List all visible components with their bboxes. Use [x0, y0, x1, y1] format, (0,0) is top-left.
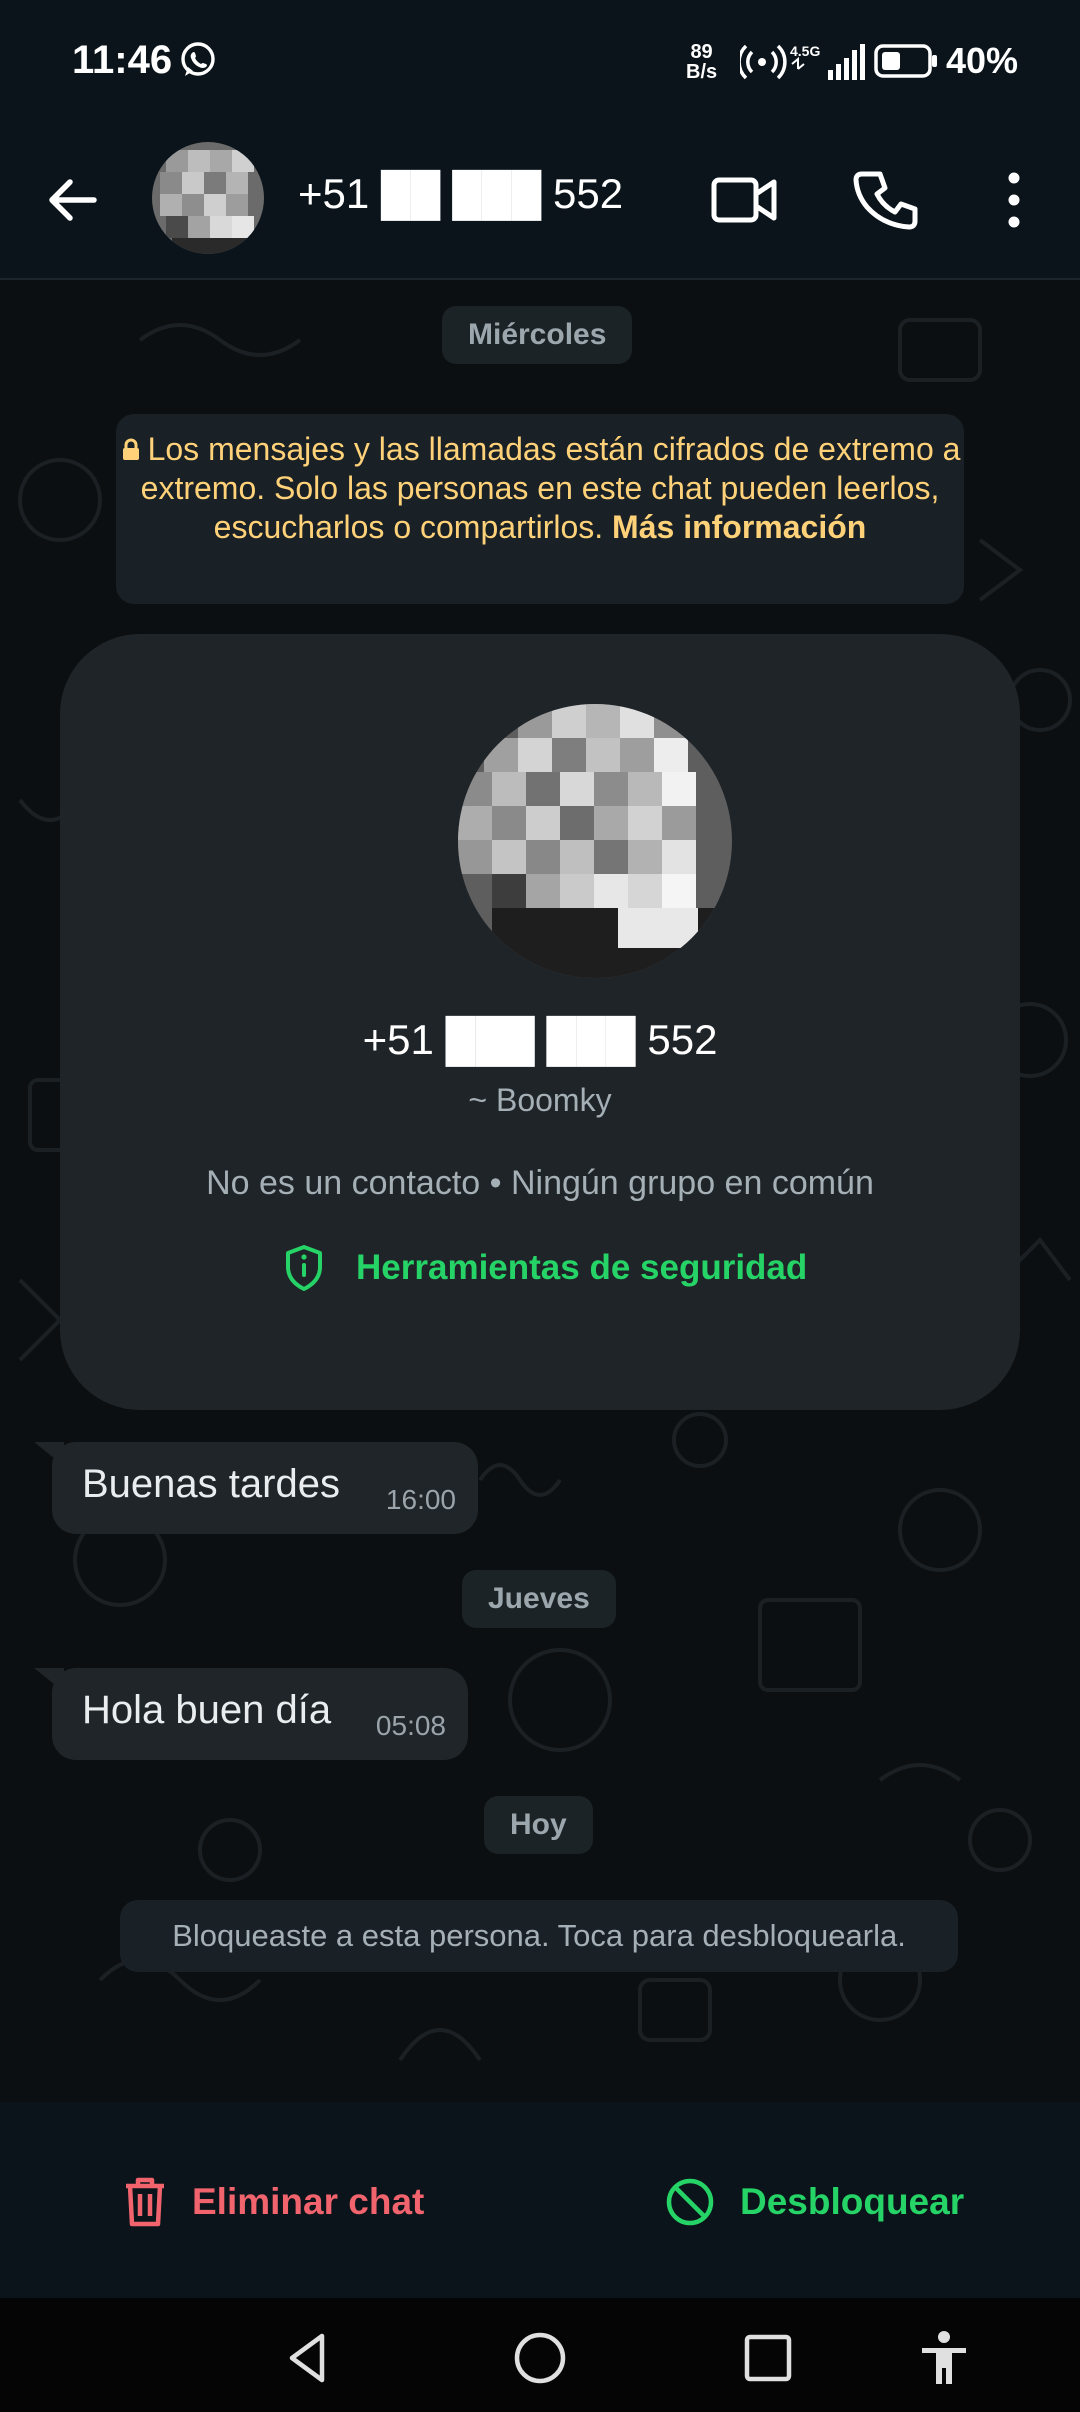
block-circle-icon	[666, 2178, 714, 2226]
bubble-tail	[34, 1668, 64, 1692]
chat-header: +51 ██ ███ 552	[0, 124, 1080, 280]
contact-card-phone: +51 ███ ███ 552	[362, 1016, 718, 1063]
network-speed-value: 89	[690, 41, 713, 63]
unblock-button[interactable]: Desbloquear	[664, 2172, 964, 2232]
back-arrow-icon[interactable]	[40, 168, 104, 232]
contact-card-name: ~ Boomky	[468, 1082, 612, 1118]
date-separator-wednesday: Miércoles	[442, 306, 633, 364]
hotspot-icon	[740, 44, 787, 80]
network-speed: 89 B/s	[686, 42, 717, 82]
svg-text:4.5G: 4.5G	[790, 43, 820, 59]
more-vert-icon[interactable]	[990, 164, 1038, 236]
bubble-tail	[34, 1442, 64, 1466]
message-text: Hola buen día	[82, 1688, 332, 1732]
message-bubble[interactable]: Hola buen día 05:08	[34, 1668, 468, 1760]
message-text: Buenas tardes	[82, 1462, 340, 1506]
status-bar: 11:46 89 B/s 4.5G 40%	[0, 0, 1080, 124]
accessibility-icon[interactable]	[914, 2328, 974, 2388]
whatsapp-icon	[181, 42, 215, 76]
trash-icon	[126, 2177, 164, 2227]
contact-info-card: +51 ███ ███ 552 ~ Boomky No es un contac…	[60, 634, 1020, 1410]
message-time: 05:08	[375, 1710, 446, 1741]
shield-icon	[286, 1245, 322, 1291]
home-circle-icon[interactable]	[510, 2328, 570, 2388]
delete-chat-button[interactable]: Eliminar chat	[122, 2172, 424, 2232]
recents-square-icon[interactable]	[738, 2328, 798, 2388]
battery-percent: 40%	[946, 40, 1019, 81]
unblock-label: Desbloquear	[740, 2181, 965, 2222]
date-separator-today: Hoy	[484, 1796, 593, 1854]
contact-avatar[interactable]	[152, 142, 264, 254]
network-speed-unit: B/s	[686, 61, 718, 83]
signal-icons: 4.5G	[740, 43, 865, 80]
status-time: 11:46	[72, 38, 173, 82]
contact-card-meta: No es un contacto • Ningún grupo en comú…	[206, 1164, 874, 1202]
lock-icon	[122, 438, 139, 460]
delete-chat-label: Eliminar chat	[192, 2181, 425, 2222]
more-info-link[interactable]: Más información	[612, 509, 866, 545]
contact-phone-title[interactable]: +51 ██ ███ 552	[298, 170, 623, 218]
contact-card-avatar[interactable]	[458, 704, 732, 978]
blocked-notice[interactable]: Bloqueaste a esta persona. Toca para des…	[120, 1900, 958, 1972]
date-separator-thursday: Jueves	[462, 1570, 616, 1628]
system-nav-bar	[0, 2298, 1080, 2412]
chat-area[interactable]: Miércoles Los mensajes y las llamadas es…	[0, 280, 1080, 2102]
phone-icon[interactable]	[852, 164, 924, 236]
message-bubble[interactable]: Buenas tardes 16:00	[34, 1442, 478, 1534]
back-triangle-icon[interactable]	[278, 2328, 338, 2388]
video-call-icon[interactable]	[708, 168, 780, 232]
battery-icon	[874, 44, 937, 78]
safety-tools-label: Herramientas de seguridad	[356, 1248, 808, 1287]
encryption-notice[interactable]: Los mensajes y las llamadas están cifrad…	[116, 414, 964, 604]
message-time: 16:00	[385, 1484, 456, 1515]
safety-tools-button[interactable]: Herramientas de seguridad	[282, 1240, 807, 1296]
blocked-actions-bar: Eliminar chat Desbloquear	[0, 2102, 1080, 2298]
